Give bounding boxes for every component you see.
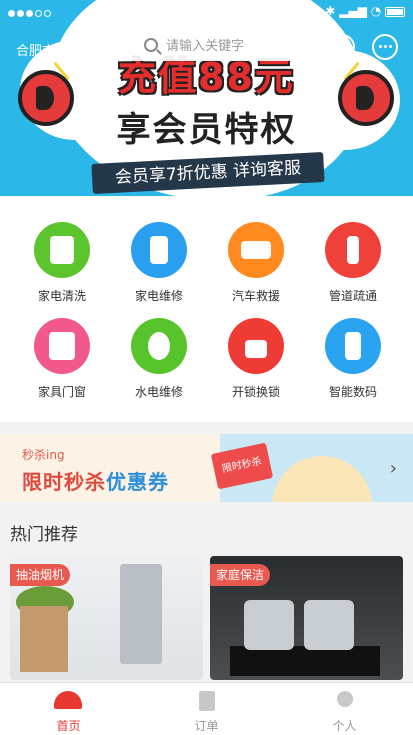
tow-truck-icon	[228, 222, 284, 278]
service-smart-digital[interactable]: 智能数码	[303, 318, 403, 400]
tab-bar: 首页 订单 个人	[0, 682, 413, 735]
service-label: 开锁换锁	[231, 385, 280, 399]
battery-icon	[385, 6, 405, 17]
banner-subheadline: 享会员特权	[116, 110, 297, 150]
promo-title: 限时秒杀优惠券	[22, 466, 169, 495]
app-screen: 充值88元 享会员特权 会员享7折优惠 详询客服 17:23 ✱ ▂▄▆ ◔ 合…	[0, 0, 413, 735]
pot-image	[244, 600, 294, 650]
service-car-rescue[interactable]: 汽车救援	[206, 222, 306, 304]
phone-icon	[325, 318, 381, 374]
pipe-icon	[325, 222, 381, 278]
promo-title-red: 限时秒杀	[22, 470, 106, 494]
service-appliance-cleaning[interactable]: 家电清洗	[12, 222, 112, 304]
services-grid: 家电清洗 家电维修 汽车救援 管道疏通 家具门窗 水电维修 开锁换锁 智能数码	[0, 196, 413, 422]
order-icon	[199, 691, 215, 711]
service-label: 水电维修	[134, 385, 183, 399]
service-label: 汽车救援	[231, 289, 280, 303]
stove-image	[230, 646, 380, 676]
tab-home[interactable]: 首页	[0, 683, 137, 735]
recommend-cards: 抽油烟机 家庭保洁	[0, 556, 413, 682]
search-bar[interactable]	[92, 31, 312, 61]
lock-icon	[228, 318, 284, 374]
promo-small-text: 秒杀ing	[22, 448, 65, 462]
person-icon	[337, 691, 353, 707]
service-label: 智能数码	[328, 385, 377, 399]
promo-title-blue: 优惠券	[106, 470, 169, 494]
search-input[interactable]	[166, 31, 306, 61]
tab-profile[interactable]: 个人	[276, 683, 413, 735]
status-right: ✱ ▂▄▆ ◔	[325, 4, 405, 18]
section-title: 热门推荐	[10, 525, 78, 545]
city-selector[interactable]: 合肥市 ▾	[16, 40, 66, 59]
message-button[interactable]	[329, 34, 355, 60]
fridge-icon	[131, 222, 187, 278]
service-appliance-repair[interactable]: 家电维修	[109, 222, 209, 304]
water-drop-icon	[131, 318, 187, 374]
service-label: 家电清洗	[37, 289, 86, 303]
tab-orders[interactable]: 订单	[138, 683, 275, 735]
service-plumbing-electric[interactable]: 水电维修	[109, 318, 209, 400]
tab-label: 个人	[332, 719, 357, 733]
window-icon	[34, 318, 90, 374]
service-label: 家具门窗	[37, 385, 86, 399]
status-bar: 17:23 ✱ ▂▄▆ ◔	[0, 0, 413, 22]
fridge-image	[120, 564, 162, 664]
city-label: 合肥市	[16, 44, 56, 59]
bluetooth-icon: ✱	[325, 4, 336, 18]
card-tag: 抽油烟机	[10, 564, 71, 586]
pot-image	[304, 600, 354, 650]
recommend-card-home-cleaning[interactable]: 家庭保洁	[210, 556, 403, 680]
wifi-icon: ◔	[370, 4, 382, 18]
grocery-bag-image	[20, 606, 68, 672]
cellular-icon: ▂▄▆	[339, 4, 367, 18]
chevron-down-icon: ▾	[59, 44, 66, 59]
card-tag: 家庭保洁	[210, 564, 271, 586]
service-label: 家电维修	[134, 289, 183, 303]
flash-sale-banner[interactable]: 秒杀ing 限时秒杀优惠券 限时秒杀 ›	[0, 434, 413, 502]
home-icon	[54, 691, 82, 709]
recommend-card-range-hood[interactable]: 抽油烟机	[10, 556, 203, 680]
service-furniture-windows[interactable]: 家具门窗	[12, 318, 112, 400]
chevron-right-icon[interactable]: ›	[390, 458, 397, 479]
tab-label: 订单	[194, 719, 219, 733]
washing-machine-icon	[34, 222, 90, 278]
promo-banner[interactable]: 充值88元 享会员特权 会员享7折优惠 详询客服	[0, 0, 413, 196]
search-icon	[144, 38, 158, 52]
more-button[interactable]	[372, 34, 398, 60]
service-label: 管道疏通	[328, 289, 377, 303]
service-pipe-dredging[interactable]: 管道疏通	[303, 222, 403, 304]
service-locksmith[interactable]: 开锁换锁	[206, 318, 306, 400]
tab-label: 首页	[56, 719, 81, 733]
